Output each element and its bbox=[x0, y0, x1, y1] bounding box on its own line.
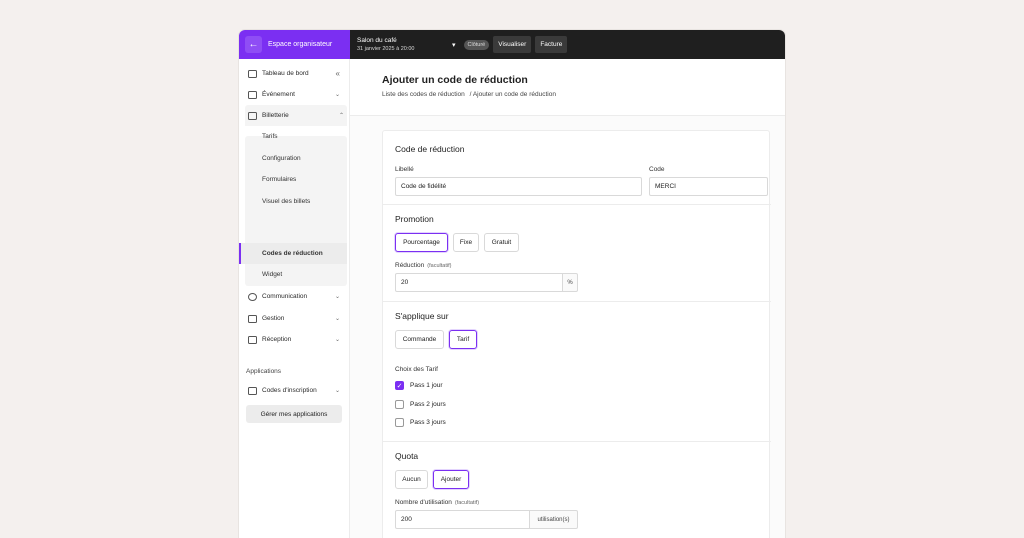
apps-section-title: Applications bbox=[246, 368, 282, 375]
management-icon bbox=[248, 314, 257, 323]
manage-apps-button[interactable]: Gérer mes applications bbox=[246, 405, 342, 423]
event-selector[interactable]: Salon du café 31 janvier 2025 à 20:00 bbox=[357, 37, 452, 52]
applies-order-chip[interactable]: Commande bbox=[395, 330, 444, 349]
sidebar-item-label: Réception bbox=[262, 336, 292, 343]
sidebar-item-widget[interactable]: Widget bbox=[245, 264, 347, 285]
divider bbox=[383, 441, 771, 442]
sidebar-item-event[interactable]: Événement ⌄ bbox=[239, 84, 349, 105]
tariff-option[interactable]: Pass 2 jours bbox=[395, 400, 446, 409]
tariff-choice-label: Choix des Tarif bbox=[395, 366, 438, 373]
event-date: 31 janvier 2025 à 20:00 bbox=[357, 46, 415, 52]
quota-section-title: Quota bbox=[395, 451, 419, 461]
tariff-option-label: Pass 3 jours bbox=[410, 419, 446, 426]
breadcrumb-current: / Ajouter un code de réduction bbox=[469, 91, 556, 98]
applies-section-title: S'applique sur bbox=[395, 311, 449, 321]
top-bar: ← Espace organisateur Salon du café 31 j… bbox=[239, 30, 785, 59]
invoice-button[interactable]: Facture bbox=[535, 36, 568, 53]
optional-hint: (facultatif) bbox=[454, 500, 480, 506]
sidebar-item-label: Communication bbox=[262, 293, 308, 300]
code-section-title: Code de réduction bbox=[395, 144, 465, 154]
chevron-down-icon: ⌄ bbox=[334, 316, 340, 322]
sidebar-item-label: Tableau de bord bbox=[262, 70, 309, 77]
reduction-input[interactable]: 20 bbox=[395, 273, 563, 292]
dashboard-icon bbox=[248, 69, 257, 78]
label-field-label: Libellé bbox=[395, 166, 414, 173]
tariff-option-label: Pass 2 jours bbox=[410, 401, 446, 408]
sidebar-item-dashboard[interactable]: Tableau de bord « bbox=[239, 63, 349, 84]
back-arrow-icon[interactable]: ← bbox=[245, 36, 262, 53]
collapse-sidebar-icon[interactable]: « bbox=[336, 69, 340, 78]
chevron-down-icon: ⌄ bbox=[334, 388, 340, 394]
sidebar-item-tariffs[interactable]: Tarifs bbox=[245, 126, 347, 147]
preview-button[interactable]: Visualiser bbox=[493, 36, 532, 53]
page-header: Ajouter un code de réduction Liste des c… bbox=[350, 59, 785, 116]
sidebar-item-ticketing[interactable]: Billetterie ⌃ bbox=[245, 105, 347, 126]
usage-field-label: Nombre d'utilisation (facultatif) bbox=[395, 499, 479, 506]
tariff-option-label: Pass 1 jour bbox=[410, 382, 443, 389]
app-window: ← Espace organisateur Salon du café 31 j… bbox=[239, 30, 785, 538]
chevron-down-icon: ⌄ bbox=[334, 92, 340, 98]
sidebar-item-discount-codes[interactable]: Codes de réduction bbox=[239, 243, 347, 264]
lock-icon bbox=[248, 386, 257, 395]
usage-input[interactable]: 200 bbox=[395, 510, 530, 529]
sidebar-item-label: Gestion bbox=[262, 315, 285, 322]
code-input[interactable]: MERCI bbox=[649, 177, 768, 196]
organizer-space: ← Espace organisateur bbox=[239, 30, 350, 59]
tariff-option[interactable]: ✓ Pass 1 jour bbox=[395, 381, 443, 390]
chat-icon bbox=[248, 292, 257, 301]
checkbox-checked-icon[interactable]: ✓ bbox=[395, 381, 404, 390]
sidebar-item-communication[interactable]: Communication ⌄ bbox=[239, 286, 349, 307]
page-title: Ajouter un code de réduction bbox=[382, 74, 528, 86]
discount-form-card: Code de réduction Libellé Code de fidéli… bbox=[382, 130, 771, 538]
chevron-down-icon: ⌄ bbox=[334, 294, 340, 300]
promotion-section-title: Promotion bbox=[395, 214, 434, 224]
space-label: Espace organisateur bbox=[268, 41, 333, 48]
chevron-down-icon: ⌄ bbox=[334, 337, 340, 343]
label-input[interactable]: Code de fidélité bbox=[395, 177, 642, 196]
optional-hint: (facultatif) bbox=[427, 263, 452, 269]
checkbox-icon[interactable] bbox=[395, 400, 404, 409]
code-field-label: Code bbox=[649, 166, 665, 173]
sidebar-item-management[interactable]: Gestion ⌄ bbox=[239, 308, 349, 329]
promo-free-chip[interactable]: Gratuit bbox=[484, 233, 519, 252]
quota-none-chip[interactable]: Aucun bbox=[395, 470, 428, 489]
usage-unit: utilisation(s) bbox=[530, 510, 578, 529]
breadcrumb: Liste des codes de réduction / Ajouter u… bbox=[382, 91, 556, 98]
reduction-field-label: Réduction (facultatif) bbox=[395, 262, 451, 269]
sidebar-item-label: Codes d'inscription bbox=[262, 387, 317, 394]
chevron-down-icon[interactable]: ▾ bbox=[452, 41, 456, 49]
ticket-icon bbox=[248, 111, 257, 120]
checkbox-icon[interactable] bbox=[395, 418, 404, 427]
sidebar-item-label: Billetterie bbox=[262, 112, 289, 119]
sidebar-item-registration-codes[interactable]: Codes d'inscription ⌄ bbox=[239, 380, 349, 401]
status-badge: Clôturé bbox=[463, 39, 490, 50]
tariff-option[interactable]: Pass 3 jours bbox=[395, 418, 446, 427]
main-content: Ajouter un code de réduction Liste des c… bbox=[350, 59, 785, 538]
promo-percentage-chip[interactable]: Pourcentage bbox=[395, 233, 448, 252]
sidebar-item-ticket-design[interactable]: Visuel des billets bbox=[245, 191, 347, 212]
sidebar-item-reception[interactable]: Réception ⌄ bbox=[239, 329, 349, 350]
divider bbox=[383, 204, 771, 205]
breadcrumb-parent-link[interactable]: Liste des codes de réduction bbox=[382, 91, 465, 98]
promo-fixed-chip[interactable]: Fixe bbox=[453, 233, 479, 252]
event-bar: Salon du café 31 janvier 2025 à 20:00 ▾ … bbox=[350, 30, 785, 59]
archive-icon bbox=[248, 335, 257, 344]
sidebar: Tableau de bord « Événement ⌄ Billetteri… bbox=[239, 59, 350, 538]
reduction-unit: % bbox=[563, 273, 578, 292]
sidebar-item-configuration[interactable]: Configuration bbox=[245, 148, 347, 169]
calendar-icon bbox=[248, 90, 257, 99]
chevron-up-icon: ⌃ bbox=[338, 113, 344, 119]
quota-add-chip[interactable]: Ajouter bbox=[433, 470, 469, 489]
event-name: Salon du café bbox=[357, 37, 397, 44]
reduction-label-text: Réduction bbox=[395, 262, 425, 269]
applies-tariff-chip[interactable]: Tarif bbox=[449, 330, 477, 349]
divider bbox=[383, 301, 771, 302]
sidebar-item-label: Événement bbox=[262, 91, 295, 98]
usage-label-text: Nombre d'utilisation bbox=[395, 499, 452, 506]
sidebar-item-forms[interactable]: Formulaires bbox=[245, 169, 347, 190]
